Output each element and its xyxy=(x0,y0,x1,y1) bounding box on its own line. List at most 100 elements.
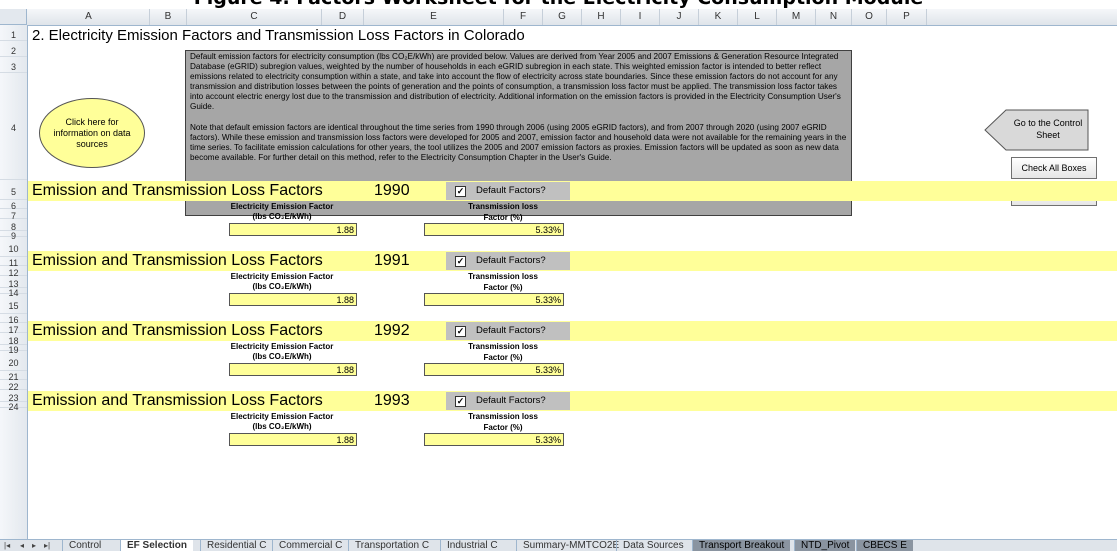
row-header[interactable]: 15 xyxy=(0,294,27,314)
row-header[interactable]: 6 xyxy=(0,200,27,211)
section-year: 1991 xyxy=(374,252,410,269)
info-paragraph-2: Note that default emission factors are i… xyxy=(190,122,847,162)
prev-sheet-icon[interactable]: ◂ xyxy=(20,540,24,551)
row-header[interactable]: 17 xyxy=(0,323,27,335)
transmission-loss-unit: Factor (%) xyxy=(483,423,523,432)
transmission-loss-unit: Factor (%) xyxy=(483,283,523,292)
column-header[interactable]: F xyxy=(504,9,543,25)
row-header[interactable]: 24 xyxy=(0,402,27,412)
section-title: Emission and Transmission Loss Factors xyxy=(32,252,323,269)
row-header[interactable]: 1 xyxy=(0,25,27,41)
sheet-tab[interactable]: Commercial C xyxy=(272,540,348,551)
sheet-tab[interactable]: Industrial C xyxy=(440,540,504,551)
sheet-tab[interactable]: NTD_Pivot xyxy=(794,540,856,551)
control-sheet-button[interactable]: Go to the Control Sheet xyxy=(984,109,1089,151)
first-sheet-icon[interactable]: |◂ xyxy=(4,540,10,551)
section-band: Emission and Transmission Loss Factors 19… xyxy=(28,181,1117,201)
transmission-loss-value[interactable]: 5.33% xyxy=(424,223,564,236)
row-header[interactable]: 22 xyxy=(0,380,27,392)
column-header[interactable]: M xyxy=(777,9,816,25)
sheet-tab[interactable]: EF Selection xyxy=(120,540,194,551)
column-header[interactable]: N xyxy=(816,9,852,25)
column-header[interactable]: L xyxy=(738,9,777,25)
column-header[interactable]: H xyxy=(582,9,621,25)
row-header[interactable]: 16 xyxy=(0,314,27,325)
column-header[interactable]: B xyxy=(150,9,187,25)
transmission-loss-label: Transmission loss xyxy=(468,412,538,421)
default-factors-checkbox[interactable]: ✓ Default Factors? xyxy=(446,182,570,200)
column-header[interactable]: O xyxy=(852,9,887,25)
row-header[interactable]: 10 xyxy=(0,237,27,257)
checkbox-label: Default Factors? xyxy=(476,185,546,196)
row-header[interactable]: 7 xyxy=(0,209,27,221)
row-header[interactable]: 11 xyxy=(0,257,27,268)
row-header[interactable]: 12 xyxy=(0,266,27,278)
data-sources-button[interactable]: Click here for information on data sourc… xyxy=(39,98,145,168)
sheet-grid: 2. Electricity Emission Factors and Tran… xyxy=(28,26,1117,539)
sheet-tab[interactable]: Transportation C xyxy=(348,540,435,551)
emission-factor-unit: (lbs CO₂E/kWh) xyxy=(252,352,312,361)
checkbox-label: Default Factors? xyxy=(476,255,546,266)
sheet-tab[interactable]: Control xyxy=(62,540,107,551)
column-header[interactable]: J xyxy=(660,9,699,25)
section-year: 1990 xyxy=(374,182,410,199)
row-header[interactable]: 3 xyxy=(0,57,27,73)
next-sheet-icon[interactable]: ▸ xyxy=(32,540,36,551)
last-sheet-icon[interactable]: ▸| xyxy=(44,540,50,551)
checkbox-label: Default Factors? xyxy=(476,325,546,336)
row-header[interactable]: 21 xyxy=(0,371,27,382)
emission-factor-label: Electricity Emission Factor xyxy=(230,202,334,211)
checkbox-check-icon: ✓ xyxy=(455,186,466,197)
select-all-corner[interactable] xyxy=(0,9,27,25)
row-header-bar: 1 2 3 4 5 6 7 8 9 10 11 12 13 14 15 16 17 18 19 20 21 22 23 24 xyxy=(0,25,28,539)
figure-title: Figure 4. Factors Worksheet for the Elec… xyxy=(0,0,1117,9)
column-header[interactable]: G xyxy=(543,9,582,25)
transmission-loss-label: Transmission loss xyxy=(468,342,538,351)
sheet-tab[interactable]: Summary-MMTCO2E xyxy=(516,540,625,551)
column-header[interactable]: K xyxy=(699,9,738,25)
emission-factor-unit: (lbs CO₂E/kWh) xyxy=(252,422,312,431)
sheet-tab[interactable]: Data Sources xyxy=(616,540,690,551)
default-factors-checkbox[interactable]: ✓ Default Factors? xyxy=(446,252,570,270)
row-header[interactable]: 20 xyxy=(0,351,27,371)
transmission-loss-value[interactable]: 5.33% xyxy=(424,293,564,306)
section-band: Emission and Transmission Loss Factors 19… xyxy=(28,391,1117,411)
row-header[interactable]: 8 xyxy=(0,219,27,232)
emission-factor-value[interactable]: 1.88 xyxy=(229,363,357,376)
section-year: 1992 xyxy=(374,322,410,339)
row-header[interactable]: 13 xyxy=(0,276,27,289)
transmission-loss-value[interactable]: 5.33% xyxy=(424,363,564,376)
emission-factor-value[interactable]: 1.88 xyxy=(229,293,357,306)
emission-factor-label: Electricity Emission Factor xyxy=(230,272,334,281)
default-factors-checkbox[interactable]: ✓ Default Factors? xyxy=(446,392,570,410)
section-title: Emission and Transmission Loss Factors xyxy=(32,392,323,409)
transmission-loss-label: Transmission loss xyxy=(468,202,538,211)
column-header[interactable]: C xyxy=(187,9,322,25)
default-factors-checkbox[interactable]: ✓ Default Factors? xyxy=(446,322,570,340)
row-header[interactable]: 23 xyxy=(0,390,27,403)
sheet-tab[interactable]: Transport Breakout xyxy=(692,540,791,551)
section-band: Emission and Transmission Loss Factors 19… xyxy=(28,321,1117,341)
column-header[interactable]: P xyxy=(887,9,927,25)
row-header[interactable]: 18 xyxy=(0,333,27,346)
section-band: Emission and Transmission Loss Factors 19… xyxy=(28,251,1117,271)
emission-factor-unit: (lbs CO₂E/kWh) xyxy=(252,282,312,291)
transmission-loss-value[interactable]: 5.33% xyxy=(424,433,564,446)
checkbox-check-icon: ✓ xyxy=(455,256,466,267)
column-header[interactable]: D xyxy=(322,9,364,25)
column-header[interactable]: I xyxy=(621,9,660,25)
checkbox-check-icon: ✓ xyxy=(455,326,466,337)
emission-factor-value[interactable]: 1.88 xyxy=(229,223,357,236)
sheet-tab[interactable]: CBECS E xyxy=(856,540,913,551)
row-header[interactable]: 4 xyxy=(0,73,27,180)
check-all-boxes-button[interactable]: Check All Boxes xyxy=(1011,157,1097,179)
sheet-tab[interactable]: Residential C xyxy=(200,540,272,551)
emission-factor-value[interactable]: 1.88 xyxy=(229,433,357,446)
row-header[interactable]: 2 xyxy=(0,41,27,57)
column-header[interactable]: E xyxy=(364,9,504,25)
section-title: Emission and Transmission Loss Factors xyxy=(32,322,323,339)
section-title: Emission and Transmission Loss Factors xyxy=(32,182,323,199)
column-header[interactable]: A xyxy=(28,9,150,25)
row-header[interactable]: 5 xyxy=(0,180,27,200)
checkbox-check-icon: ✓ xyxy=(455,396,466,407)
